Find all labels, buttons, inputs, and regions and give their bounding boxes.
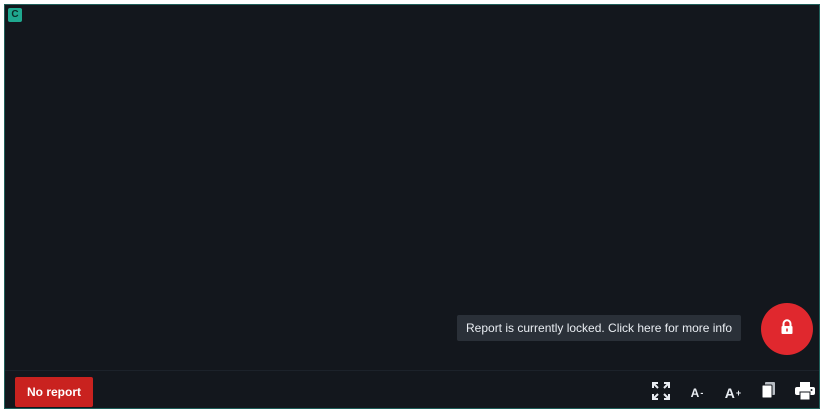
increase-font-suffix: + [735,388,742,398]
lock-button[interactable] [761,303,813,355]
footer-divider [5,370,819,371]
copy-icon [761,382,776,404]
report-viewer: C Report is currently locked. Click here… [4,4,820,409]
print-icon [795,381,815,405]
fullscreen-button[interactable] [649,381,673,405]
no-report-button[interactable]: No report [15,377,93,407]
copy-button[interactable] [757,381,781,405]
lock-icon [780,318,794,340]
decrease-font-button[interactable]: A- [685,381,709,405]
decrease-font-suffix: - [700,388,704,398]
report-toolbar: A- A + [637,381,817,405]
increase-font-label: A [724,385,735,401]
increase-font-button[interactable]: A + [721,381,745,405]
corner-badge: C [8,8,22,22]
expand-icon [652,381,670,405]
lock-tooltip: Report is currently locked. Click here f… [457,315,742,341]
print-button[interactable] [793,381,817,405]
decrease-font-label: A [690,386,700,400]
